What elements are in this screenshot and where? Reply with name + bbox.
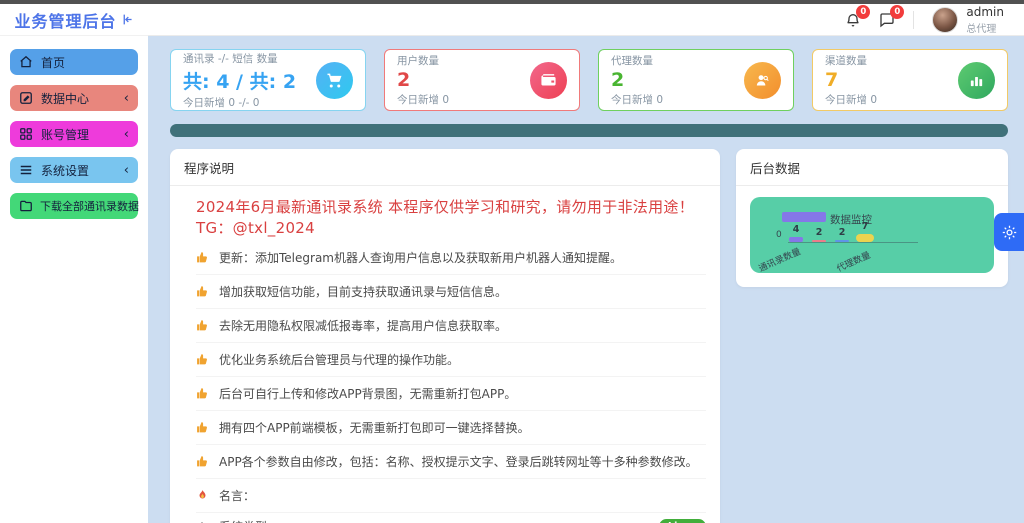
warning-notice: 2024年6月最新通讯录系统 本程序仅供学习和研究，请勿用于非法用途！TG：@t… bbox=[170, 186, 720, 241]
home-icon bbox=[19, 55, 34, 70]
chevron-left-icon: ‹ bbox=[124, 127, 129, 142]
sidebar-item-home[interactable]: 首页 bbox=[10, 49, 138, 75]
topbar: 0 0 admin 总代理 bbox=[148, 4, 1024, 36]
sidebar-item-label: 账号管理 bbox=[41, 126, 124, 143]
y-axis-zero-label: 0 bbox=[776, 230, 782, 240]
stat-subtext: 今日新增 0 bbox=[397, 92, 449, 107]
panel-title: 程序说明 bbox=[170, 149, 720, 186]
program-notes-panel: 程序说明 2024年6月最新通讯录系统 本程序仅供学习和研究，请勿用于非法用途！… bbox=[170, 149, 720, 523]
cart-icon bbox=[316, 62, 353, 99]
sidebar-item-label: 下载全部通讯录数据 bbox=[40, 198, 139, 214]
feature-row: 后台可自行上传和修改APP背景图，无需重新打包APP。 bbox=[196, 377, 706, 411]
stat-title: 代理数量 bbox=[611, 53, 663, 68]
bar-chart-icon bbox=[958, 62, 995, 99]
sidebar-item-data-center[interactable]: 数据中心 ‹ bbox=[10, 85, 138, 111]
user-name: admin bbox=[966, 5, 1004, 19]
stat-value: 2 bbox=[397, 69, 449, 91]
thumbs-up-icon bbox=[196, 353, 210, 367]
gear-icon bbox=[196, 520, 210, 523]
feature-text: 增加获取短信功能，目前支持获取通讯录与短信信息。 bbox=[219, 283, 507, 300]
chart-x-labels: 通讯录数量代理数量 bbox=[756, 249, 898, 262]
user-menu[interactable]: admin 总代理 bbox=[932, 5, 1004, 35]
stat-value: 7 bbox=[825, 69, 877, 91]
wallet-icon bbox=[530, 62, 567, 99]
notification-badge: 0 bbox=[856, 5, 870, 19]
quote-label: 名言： bbox=[219, 487, 255, 504]
notifications-button[interactable]: 0 bbox=[845, 12, 861, 28]
sidebar-item-label: 首页 bbox=[41, 54, 129, 71]
feature-row: 增加获取短信功能，目前支持获取通讯录与短信信息。 bbox=[196, 275, 706, 309]
grid-icon bbox=[19, 127, 34, 142]
feature-text: 优化业务系统后台管理员与代理的操作功能。 bbox=[219, 351, 459, 368]
thumbs-up-icon bbox=[196, 285, 210, 299]
agent-search-icon bbox=[744, 62, 781, 99]
sidebar: 业务管理后台 首页 数据中心 ‹ bbox=[0, 4, 148, 523]
thumbs-up-icon bbox=[196, 319, 210, 333]
topbar-divider bbox=[913, 11, 914, 29]
stat-card-contacts-sms: 通讯录 -/- 短信 数量 共: 4 / 共: 2 今日新增 0 -/- 0 bbox=[170, 49, 366, 111]
stat-card-users: 用户数量 2 今日新增 0 bbox=[384, 49, 580, 111]
user-role: 总代理 bbox=[966, 20, 1004, 35]
stat-title: 渠道数量 bbox=[825, 53, 877, 68]
stat-title: 用户数量 bbox=[397, 53, 449, 68]
feature-text: 更新：添加Telegram机器人查询用户信息以及获取新用户机器人通知提醒。 bbox=[219, 249, 622, 266]
panel-title: 后台数据 bbox=[736, 149, 1008, 186]
message-badge: 0 bbox=[890, 5, 904, 19]
feature-text: 去除无用隐私权限减低报毒率，提高用户信息获取率。 bbox=[219, 317, 507, 334]
sidebar-item-label: 数据中心 bbox=[41, 90, 124, 107]
avatar bbox=[932, 7, 958, 33]
chart-bar: 4 bbox=[788, 224, 804, 242]
feature-row: APP各个参数自由修改，包括：名称、授权提示文字、登录后跳转网址等十多种参数修改… bbox=[196, 445, 706, 479]
quote-row: 名言： bbox=[196, 479, 706, 513]
thumbs-up-icon bbox=[196, 421, 210, 435]
settings-gear-icon bbox=[1001, 224, 1018, 241]
stat-cards-row: 通讯录 -/- 短信 数量 共: 4 / 共: 2 今日新增 0 -/- 0 用… bbox=[170, 49, 1008, 111]
divider-progress-bar bbox=[170, 124, 1008, 137]
backend-chart: 数据监控 0 4227 通讯录数量代理数量 bbox=[750, 197, 994, 273]
app-logo-row: 业务管理后台 bbox=[0, 4, 148, 36]
feature-text: 后台可自行上传和修改APP背景图，无需重新打包APP。 bbox=[219, 385, 516, 402]
feature-row: 优化业务系统后台管理员与代理的操作功能。 bbox=[196, 343, 706, 377]
thumbs-up-icon bbox=[196, 251, 210, 265]
thumbs-up-icon bbox=[196, 455, 210, 469]
stat-subtext: 今日新增 0 bbox=[611, 92, 663, 107]
sidebar-item-system-settings[interactable]: 系统设置 ‹ bbox=[10, 157, 138, 183]
status-badge: Linux bbox=[659, 519, 706, 523]
menu-lines-icon bbox=[19, 163, 34, 178]
stat-subtext: 今日新增 0 bbox=[825, 92, 877, 107]
stat-subtext: 今日新增 0 -/- 0 bbox=[183, 95, 296, 110]
chevron-left-icon: ‹ bbox=[124, 163, 129, 178]
collapse-sidebar-icon[interactable] bbox=[121, 13, 134, 26]
sidebar-item-account-management[interactable]: 账号管理 ‹ bbox=[10, 121, 138, 147]
main-content: 通讯录 -/- 短信 数量 共: 4 / 共: 2 今日新增 0 -/- 0 用… bbox=[148, 36, 1024, 523]
maple-leaf-icon bbox=[196, 489, 210, 503]
app-title: 业务管理后台 bbox=[14, 8, 116, 32]
floating-settings-button[interactable] bbox=[994, 213, 1024, 251]
system-info-row: 系统类型 Linux bbox=[196, 513, 706, 523]
stat-card-agents: 代理数量 2 今日新增 0 bbox=[598, 49, 794, 111]
chevron-left-icon: ‹ bbox=[124, 91, 129, 106]
feature-row: 去除无用隐私权限减低报毒率，提高用户信息获取率。 bbox=[196, 309, 706, 343]
thumbs-up-icon bbox=[196, 387, 210, 401]
feature-text: 拥有四个APP前端模板，无需重新打包即可一键选择替换。 bbox=[219, 419, 530, 436]
stat-value: 2 bbox=[611, 69, 663, 91]
sidebar-menu: 首页 数据中心 ‹ 账号管理 ‹ 系统设置 ‹ bbox=[0, 36, 148, 219]
edit-icon bbox=[19, 91, 34, 106]
stat-value: 共: 4 / 共: 2 bbox=[183, 67, 296, 94]
stat-title: 通讯录 -/- 短信 数量 bbox=[183, 51, 296, 66]
backend-data-panel: 后台数据 数据监控 0 4227 通讯录数量代理数量 bbox=[736, 149, 1008, 287]
system-info-label: 系统类型 bbox=[219, 518, 267, 523]
folder-icon bbox=[19, 199, 33, 214]
stat-card-channels: 渠道数量 7 今日新增 0 bbox=[812, 49, 1008, 111]
feature-row: 拥有四个APP前端模板，无需重新打包即可一键选择替换。 bbox=[196, 411, 706, 445]
sidebar-item-label: 系统设置 bbox=[41, 162, 124, 179]
chart-bar: 7 bbox=[857, 221, 873, 242]
feature-text: APP各个参数自由修改，包括：名称、授权提示文字、登录后跳转网址等十多种参数修改… bbox=[219, 453, 698, 470]
sidebar-item-download-contacts[interactable]: 下载全部通讯录数据 bbox=[10, 193, 138, 219]
feature-row: 更新：添加Telegram机器人查询用户信息以及获取新用户机器人通知提醒。 bbox=[196, 241, 706, 275]
messages-button[interactable]: 0 bbox=[879, 12, 895, 28]
chart-bar: 2 bbox=[834, 227, 850, 242]
